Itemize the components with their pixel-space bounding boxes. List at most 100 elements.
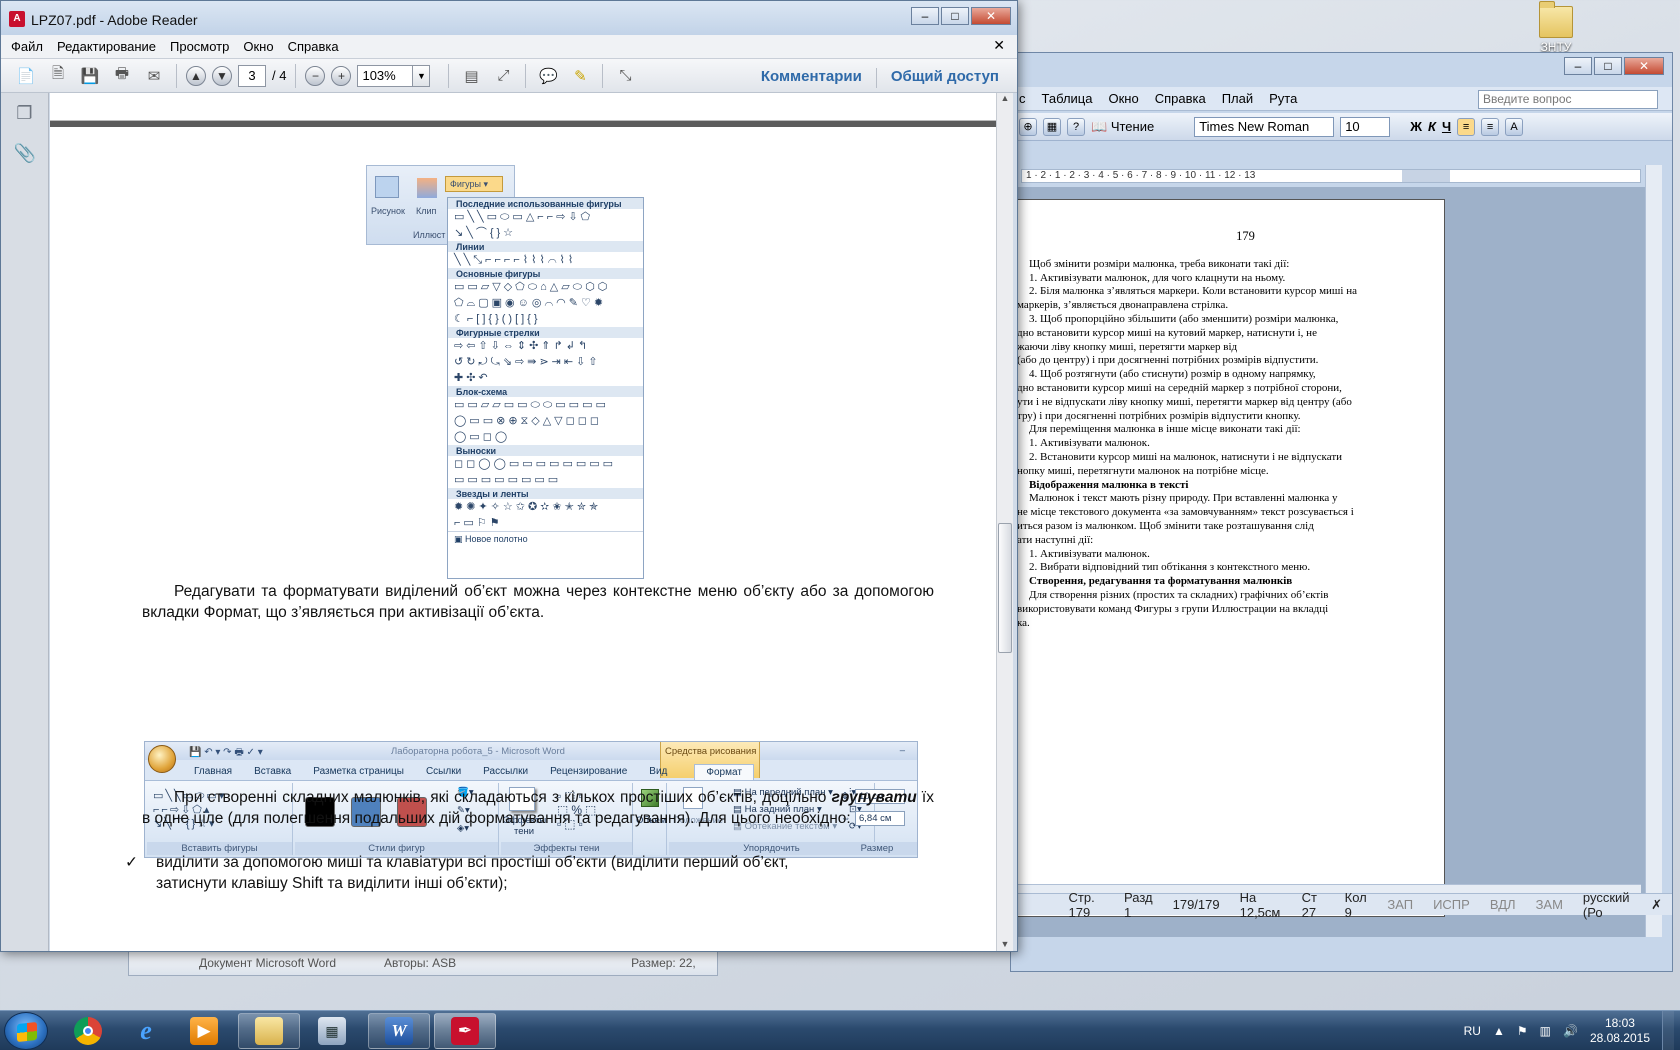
network-icon[interactable]: ▥ [1540, 1024, 1551, 1038]
taskbar-explorer[interactable] [238, 1013, 300, 1049]
gallery-shape-row: ╲╲⤡⌐⌐⌐⌐⌇⌇⌇⌒⌇⌇ [454, 254, 577, 266]
reader-maximize-button[interactable]: □ [941, 7, 969, 25]
page-number-input[interactable]: 3 [238, 64, 266, 87]
volume-icon[interactable]: 🔊 [1563, 1024, 1578, 1038]
windows-logo-icon [17, 1021, 37, 1043]
word-close-button[interactable]: ✕ [1624, 57, 1664, 75]
bold-button[interactable]: Ж [1410, 119, 1422, 134]
spelling-icon[interactable]: ✗ [1641, 897, 1672, 913]
status-trk[interactable]: ИСПР [1423, 897, 1480, 912]
menu-file[interactable]: Файл [11, 39, 43, 54]
zoom-value: 103% [362, 67, 396, 83]
italic-button[interactable]: К [1428, 119, 1436, 134]
word-menu-plai[interactable]: Плай [1222, 91, 1253, 106]
word-menu-ruta[interactable]: Рута [1269, 91, 1297, 106]
status-rec[interactable]: ЗАП [1377, 897, 1423, 912]
clip-icon [417, 178, 437, 198]
research-icon[interactable]: ⊕ [1019, 117, 1037, 136]
menu-view[interactable]: Просмотр [170, 39, 229, 54]
fit-page-icon[interactable]: ▤ [458, 64, 484, 88]
clock[interactable]: 18:03 28.08.2015 [1590, 1016, 1650, 1046]
taskbar-word[interactable]: W [368, 1013, 430, 1049]
close-document-icon[interactable]: ✕ [993, 37, 1005, 54]
taskbar-media-player[interactable]: ▶ [176, 1013, 232, 1049]
word-text-line: Створення, редагування та форматування м… [1029, 575, 1293, 588]
chrome-icon [74, 1017, 102, 1045]
reader-title-bar[interactable]: A LPZ07.pdf - Adobe Reader – □ ✕ [1, 1, 1017, 35]
info-doc-type: Документ Microsoft Word [199, 956, 337, 970]
action-center-icon[interactable]: ⚑ [1517, 1024, 1528, 1038]
taskbar: e ▶ ▦ W ✒ RU ▲ ⚑ ▥ 🔊 18:03 28.08.2015 [0, 1010, 1680, 1050]
fit-width-icon[interactable]: ⤢ [490, 64, 516, 88]
start-button[interactable] [4, 1012, 48, 1050]
share-link[interactable]: Общий доступ [891, 68, 999, 88]
status-ovr[interactable]: ЗАМ [1526, 897, 1573, 912]
word-maximize-button[interactable]: □ [1594, 57, 1622, 75]
word-text-line: нопку миші, перетягнути малюнок на потрі… [1017, 464, 1269, 477]
taskbar-adobe-reader[interactable]: ✒ [434, 1013, 496, 1049]
create-pdf-icon[interactable]: 📄 [13, 64, 39, 88]
word-menu-table[interactable]: Таблица [1042, 91, 1093, 106]
underline-button[interactable]: Ч [1442, 119, 1451, 134]
reader-window-title: LPZ07.pdf - Adobe Reader [31, 12, 198, 28]
zoom-level-select[interactable]: 103% ▼ [357, 64, 431, 87]
font-color-icon[interactable]: A [1505, 117, 1524, 136]
clock-date: 28.08.2015 [1589, 1031, 1650, 1045]
help-icon[interactable]: ? [1067, 117, 1085, 136]
word-menu-window[interactable]: Окно [1108, 91, 1138, 106]
shapes-dropdown-button: Фигуры ▾ [445, 176, 503, 192]
menu-edit[interactable]: Редактирование [57, 39, 156, 54]
chevron-down-icon[interactable]: ▼ [412, 64, 431, 87]
word-text-line: (або до центру) і при досягненні потрібн… [1017, 354, 1319, 367]
status-ext[interactable]: ВДЛ [1480, 897, 1526, 912]
reader-vertical-scrollbar[interactable]: ▲ ▼ [996, 93, 1013, 951]
reading-mode-button[interactable]: 📖 Чтение [1091, 119, 1154, 135]
expand-icon[interactable]: ⤡ [612, 64, 638, 88]
gallery-shape-row: ↘╲⌒{}☆ [454, 227, 517, 239]
export-icon[interactable]: 🗎 [45, 64, 71, 88]
taskbar-ie[interactable]: e [118, 1013, 174, 1049]
word-menu-item[interactable]: с [1019, 91, 1026, 106]
font-name-select[interactable]: Times New Roman [1194, 116, 1335, 137]
zoom-out-icon[interactable]: − [305, 65, 326, 86]
comment-icon[interactable]: 💬 [535, 64, 561, 88]
previous-page-icon[interactable]: ▲ [186, 65, 206, 86]
print-icon[interactable]: 🖶 [109, 64, 135, 88]
align-center-icon[interactable]: ≡ [1481, 117, 1500, 136]
menu-help[interactable]: Справка [288, 39, 339, 54]
save-icon[interactable]: 💾 [77, 64, 103, 88]
word-text-line: 2. Встановити курсор миші на малюнок, на… [1029, 450, 1343, 463]
highlight-icon[interactable]: ✎ [567, 64, 593, 88]
pdf-document-view[interactable]: Рисунок Клип Фигуры ▾ Иллюст Последние и… [50, 93, 996, 951]
status-language[interactable]: русский (Ро [1573, 890, 1641, 920]
word-menu-help[interactable]: Справка [1155, 91, 1206, 106]
reader-minimize-button[interactable]: – [911, 7, 939, 25]
taskbar-calculator[interactable]: ▦ [304, 1013, 360, 1049]
word-page[interactable]: 179 Щоб змінити розміри малюнка, треба в… [1011, 199, 1445, 917]
ribbon-tabs: Главная Вставка Разметка страницы Ссылки… [183, 764, 754, 780]
align-left-icon[interactable]: ≡ [1457, 117, 1476, 136]
word-text-line: 2. Біля малюнка з’являться маркери. Коли… [1029, 285, 1357, 298]
table-icon[interactable]: ▦ [1043, 117, 1061, 136]
email-icon[interactable]: ✉ [141, 64, 167, 88]
font-size-select[interactable]: 10 [1340, 116, 1391, 137]
comments-link[interactable]: Комментарии [761, 68, 862, 88]
taskbar-chrome[interactable] [60, 1013, 116, 1049]
language-indicator[interactable]: RU [1464, 1024, 1481, 1038]
menu-window[interactable]: Окно [243, 39, 273, 54]
zoom-in-icon[interactable]: + [331, 65, 352, 86]
tab-insert: Вставка [254, 766, 292, 777]
tray-expand-icon[interactable]: ▲ [1493, 1024, 1505, 1038]
word-vertical-scrollbar[interactable] [1645, 165, 1662, 937]
show-desktop-button[interactable] [1662, 1011, 1674, 1050]
reader-close-button[interactable]: ✕ [971, 7, 1011, 25]
next-page-icon[interactable]: ▼ [212, 65, 232, 86]
scrollbar-thumb[interactable] [998, 523, 1012, 653]
desktop-folder-icon[interactable]: ЗНТУ [1530, 1, 1582, 54]
attachments-icon[interactable]: 📎 [14, 143, 36, 167]
word-ruler[interactable]: 1 · 2 · 1 · 2 · 3 · 4 · 5 · 6 · 7 · 8 · … [1021, 169, 1641, 183]
word-minimize-button[interactable]: – [1564, 57, 1592, 75]
pages-panel-icon[interactable]: ❐ [14, 103, 36, 127]
word-ask-question-input[interactable]: Введите вопрос [1478, 90, 1658, 109]
folder-icon [255, 1017, 283, 1045]
